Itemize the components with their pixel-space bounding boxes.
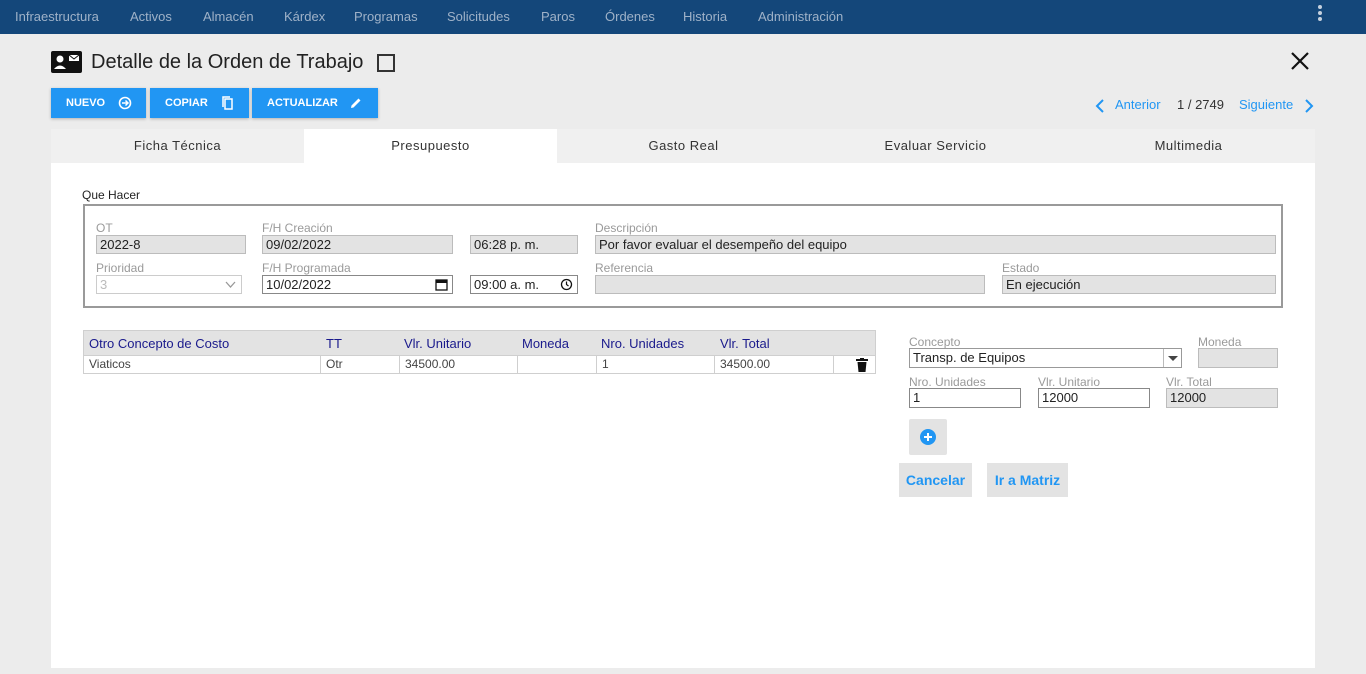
record-counter: 1 / 2749	[1177, 97, 1224, 112]
unidades-field[interactable]: 1	[909, 388, 1021, 408]
contact-card-icon	[51, 51, 82, 73]
tab-presupuesto[interactable]: Presupuesto	[304, 129, 557, 163]
top-navbar: Infraestructura Activos Almacén Kárdex P…	[0, 0, 1366, 34]
referencia-label: Referencia	[595, 261, 654, 275]
next-link[interactable]: Siguiente	[1239, 97, 1293, 112]
dropdown-caret-icon	[1163, 349, 1181, 367]
ot-label: OT	[96, 221, 113, 235]
descripcion-field[interactable]: Por favor evaluar el desempeño del equip…	[595, 235, 1276, 254]
cell-unitario: 34500.00	[400, 356, 518, 373]
column-header-total[interactable]: Vlr. Total	[720, 336, 770, 351]
total-label: Vlr. Total	[1166, 375, 1212, 389]
delete-icon[interactable]	[856, 358, 868, 372]
creacion-time-field[interactable]: 06:28 p. m.	[470, 235, 578, 254]
close-icon[interactable]	[1288, 49, 1312, 73]
update-button-label: ACTUALIZAR	[267, 97, 338, 109]
nav-item-ordenes[interactable]: Órdenes	[605, 9, 655, 24]
tab-ficha-tecnica[interactable]: Ficha Técnica	[51, 129, 304, 163]
nav-item-solicitudes[interactable]: Solicitudes	[447, 9, 510, 24]
moneda-field[interactable]	[1198, 348, 1278, 368]
estado-field[interactable]: En ejecución	[1002, 275, 1276, 294]
cell-moneda	[518, 356, 597, 373]
title-checkbox[interactable]	[377, 54, 395, 72]
prev-link[interactable]: Anterior	[1115, 97, 1161, 112]
page-title: Detalle de la Orden de Trabajo	[91, 51, 364, 73]
update-button[interactable]: ACTUALIZAR	[252, 88, 378, 118]
nav-item-activos[interactable]: Activos	[130, 9, 172, 24]
column-header-unidades[interactable]: Nro. Unidades	[601, 336, 684, 351]
total-field[interactable]: 12000	[1166, 388, 1278, 408]
prioridad-label: Prioridad	[96, 261, 145, 275]
nav-item-kardex[interactable]: Kárdex	[284, 9, 325, 24]
tab-multimedia[interactable]: Multimedia	[1062, 129, 1315, 163]
programada-time-value: 09:00 a. m.	[474, 277, 540, 292]
calendar-icon[interactable]	[435, 278, 448, 291]
nav-item-historia[interactable]: Historia	[683, 9, 727, 24]
cost-grid: Otro Concepto de Costo TT Vlr. Unitario …	[83, 330, 876, 374]
programada-time-field[interactable]: 09:00 a. m.	[470, 275, 578, 294]
tab-gasto-real[interactable]: Gasto Real	[557, 129, 810, 163]
table-row[interactable]: Viaticos Otr 34500.00 1 34500.00	[83, 356, 876, 374]
concepto-select[interactable]: Transp. de Equipos	[909, 348, 1182, 368]
cell-total: 34500.00	[715, 356, 834, 373]
concepto-value: Transp. de Equipos	[913, 350, 1026, 365]
prioridad-select[interactable]: 3	[96, 275, 242, 294]
nav-item-programas[interactable]: Programas	[354, 9, 418, 24]
programada-date-value: 10/02/2022	[266, 277, 332, 292]
descripcion-label: Descripción	[595, 221, 658, 235]
grid-header: Otro Concepto de Costo TT Vlr. Unitario …	[83, 330, 876, 356]
creacion-date-field[interactable]: 09/02/2022	[262, 235, 453, 254]
cell-tt: Otr	[321, 356, 400, 373]
unidades-label: Nro. Unidades	[909, 375, 986, 389]
column-header-tt[interactable]: TT	[326, 336, 342, 351]
referencia-field[interactable]	[595, 275, 985, 294]
unitario-label: Vlr. Unitario	[1038, 375, 1101, 389]
add-cost-button[interactable]	[909, 419, 947, 455]
nav-item-almacen[interactable]: Almacén	[203, 9, 254, 24]
add-circle-outline-icon	[118, 96, 132, 110]
tab-bar: Ficha Técnica Presupuesto Gasto Real Eva…	[51, 129, 1315, 163]
nav-item-paros[interactable]: Paros	[541, 9, 575, 24]
programada-date-field[interactable]: 10/02/2022	[262, 275, 453, 294]
copy-button[interactable]: COPIAR	[150, 88, 249, 118]
section-label-que-hacer: Que Hacer	[82, 188, 141, 202]
clock-icon[interactable]	[560, 278, 573, 291]
estado-label: Estado	[1002, 261, 1040, 275]
ot-field[interactable]: 2022-8	[96, 235, 246, 254]
nav-item-infraestructura[interactable]: Infraestructura	[15, 9, 99, 24]
moneda-label: Moneda	[1198, 335, 1242, 349]
cell-unidades: 1	[597, 356, 715, 373]
new-button[interactable]: NUEVO	[51, 88, 146, 118]
column-header-unitario[interactable]: Vlr. Unitario	[404, 336, 471, 351]
prioridad-value: 3	[100, 277, 108, 292]
column-header-concepto[interactable]: Otro Concepto de Costo	[89, 336, 229, 351]
cell-concepto: Viaticos	[84, 356, 321, 373]
go-to-matrix-button[interactable]: Ir a Matriz	[987, 463, 1068, 497]
nav-item-administracion[interactable]: Administración	[758, 9, 843, 24]
edit-pencil-icon	[351, 98, 361, 108]
cancel-button[interactable]: Cancelar	[899, 463, 972, 497]
unitario-field[interactable]: 12000	[1038, 388, 1150, 408]
programada-label: F/H Programada	[262, 261, 351, 275]
copy-icon	[222, 96, 233, 110]
column-header-moneda[interactable]: Moneda	[522, 336, 569, 351]
add-circle-icon	[920, 429, 936, 445]
chevron-right-icon[interactable]	[1304, 98, 1314, 114]
more-vert-icon[interactable]	[1317, 5, 1323, 25]
concepto-label: Concepto	[909, 335, 961, 349]
tab-evaluar-servicio[interactable]: Evaluar Servicio	[809, 129, 1062, 163]
creacion-label: F/H Creación	[262, 221, 333, 235]
chevron-down-icon	[225, 281, 236, 288]
new-button-label: NUEVO	[66, 97, 106, 109]
copy-button-label: COPIAR	[165, 97, 208, 109]
chevron-left-icon[interactable]	[1095, 98, 1105, 114]
